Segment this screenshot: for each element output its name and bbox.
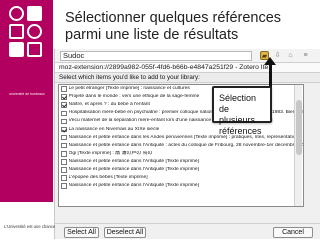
list-item[interactable]: Naissance et petite enfance dans l'Antiq… [59, 142, 303, 150]
result-title: Naissance et petite enfance dans l'Antiq… [68, 158, 199, 164]
home-icon[interactable]: ⌂ [286, 51, 295, 60]
list-item[interactable]: Naissance et petite enfance dans l'Antiq… [59, 158, 303, 166]
selection-instruction: Select which items you'd like to add to … [55, 73, 320, 83]
checkbox[interactable] [61, 175, 67, 181]
results-scrollbar[interactable] [294, 85, 302, 206]
result-title: La naissance en Nivernais au XIXe siècle [68, 126, 160, 132]
list-item[interactable]: Ogi [Texte imprimé] : 扇 蒲の芦の 鳥の [59, 150, 303, 158]
result-title: Naissance et petite enfance dans l'Antiq… [68, 142, 304, 148]
checkbox[interactable] [61, 134, 67, 141]
result-title: Projeté dans le monde : vers une éthique… [68, 94, 200, 100]
extension-url-bar: moz-extension://2899a982-055f-4fd6-b66b-… [55, 63, 320, 73]
browser-toolbar: Sudoc ▰ ⇩ ⌂ ≡ [55, 49, 320, 63]
checkbox[interactable] [61, 126, 67, 133]
checkbox[interactable] [61, 159, 67, 165]
result-title: Naître, et après ? : du bébé à l'enfant [68, 102, 150, 108]
slide-title: Sélectionner quelques références parmi u… [65, 10, 282, 43]
selection-callout: Sélection de plusieurs références [212, 86, 272, 136]
university-logo-icon [9, 6, 43, 60]
dialog-button-bar: Select All Deselect All Cancel [55, 223, 320, 239]
cancel-button[interactable]: Cancel [273, 227, 313, 238]
result-title: L'épopée des bébés [Texte imprimé] [68, 175, 148, 181]
result-title: Ogi [Texte imprimé] : 扇 蒲の芦の 鳥の [68, 150, 153, 156]
checkbox[interactable] [61, 110, 67, 117]
checkbox[interactable] [61, 86, 67, 92]
list-item[interactable]: L'épopée des bébés [Texte imprimé] [59, 174, 303, 182]
zotero-selection-screenshot: Sudoc ▰ ⇩ ⌂ ≡ moz-extension://2899a982-0… [54, 49, 320, 239]
address-bar[interactable]: Sudoc [60, 51, 252, 61]
checkbox[interactable] [61, 94, 67, 100]
university-branding-bar: université de bordeaux [0, 0, 53, 202]
checkbox[interactable] [61, 167, 67, 173]
scroll-thumb[interactable] [296, 100, 302, 155]
deselect-all-button[interactable]: Deselect All [104, 227, 146, 238]
checkbox[interactable] [61, 151, 67, 157]
result-title: Le petit étranger [Texte imprimé] : nais… [68, 86, 190, 92]
slide-canvas: université de bordeaux Sélectionner quel… [0, 0, 320, 240]
checkbox[interactable] [61, 183, 67, 189]
checkbox[interactable] [61, 142, 67, 149]
list-item[interactable]: Naissance et petite enfance dans les And… [59, 134, 303, 142]
university-caption: université de bordeaux [9, 92, 45, 96]
menu-icon[interactable]: ≡ [301, 51, 310, 60]
checkbox[interactable] [61, 118, 67, 125]
list-item[interactable]: Naissance et petite enfance dans l'Antiq… [59, 182, 303, 190]
list-item[interactable]: Naissance et petite enfance dans l'Antiq… [59, 166, 303, 174]
result-title: Naissance et petite enfance dans les And… [68, 134, 301, 140]
result-title: Naissance et petite enfance dans l'Antiq… [68, 166, 199, 172]
university-tagline: L'Université est une chance [4, 224, 56, 229]
checkbox[interactable] [61, 102, 67, 108]
result-title: Naissance et petite enfance dans l'Antiq… [68, 183, 199, 189]
list-item[interactable]: La naissance en Nivernais au XIXe siècle [59, 125, 303, 133]
